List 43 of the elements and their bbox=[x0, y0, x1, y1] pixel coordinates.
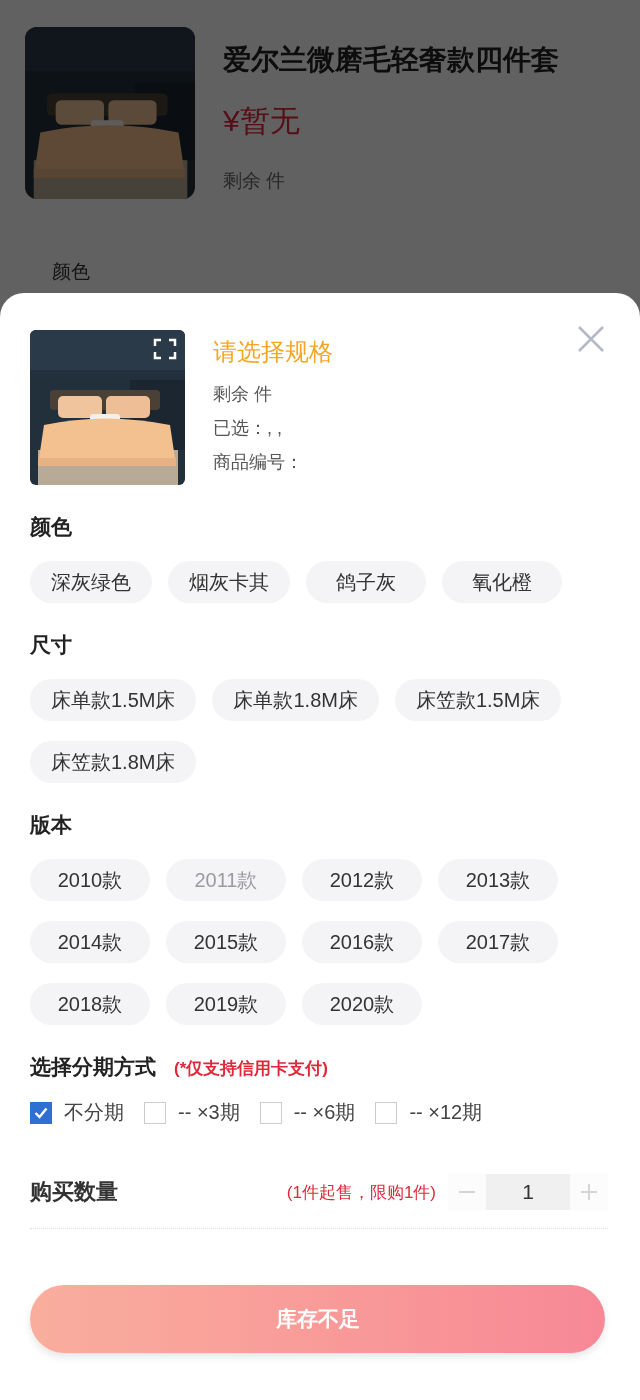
selected-specs-text: 已选：, , bbox=[213, 417, 283, 440]
spec-option[interactable]: 2015款 bbox=[166, 921, 286, 963]
installment-title: 选择分期方式 bbox=[30, 1054, 156, 1080]
spec-option[interactable]: 烟灰卡其 bbox=[168, 561, 290, 603]
spec-option[interactable]: 深灰绿色 bbox=[30, 561, 152, 603]
product-title: 爱尔兰微磨毛轻奢款四件套 bbox=[223, 43, 559, 77]
quantity-note: (1件起售，限购1件) bbox=[286, 1181, 436, 1204]
fullscreen-icon[interactable] bbox=[153, 338, 177, 360]
spec-option[interactable]: 2017款 bbox=[438, 921, 558, 963]
spec-option[interactable]: 2014款 bbox=[30, 921, 150, 963]
quantity-label: 购买数量 bbox=[30, 1178, 119, 1206]
installment-option-label: -- ×6期 bbox=[293, 1100, 356, 1125]
spec-option[interactable]: 2018款 bbox=[30, 983, 150, 1025]
spec-option[interactable]: 鸽子灰 bbox=[306, 561, 426, 603]
section-label: 颜色 bbox=[52, 260, 91, 284]
spec-group-title: 尺寸 bbox=[30, 632, 73, 658]
stock-text: 剩余 件 bbox=[223, 169, 287, 193]
installment-option-label: -- ×3期 bbox=[178, 1100, 240, 1125]
quantity-value[interactable]: 1 bbox=[486, 1174, 570, 1210]
spec-option[interactable]: 2010款 bbox=[30, 859, 150, 901]
plus-icon bbox=[581, 1184, 597, 1200]
sheet-title: 请选择规格 bbox=[213, 337, 333, 367]
spec-option[interactable]: 2020款 bbox=[302, 983, 422, 1025]
spec-option[interactable]: 2016款 bbox=[302, 921, 422, 963]
spec-group-title: 颜色 bbox=[30, 514, 73, 540]
minus-icon bbox=[459, 1191, 475, 1193]
spec-option[interactable]: 氧化橙 bbox=[442, 561, 562, 603]
check-icon bbox=[34, 1106, 48, 1119]
spec-option[interactable]: 床笠款1.5M床 bbox=[394, 679, 562, 721]
spec-option[interactable]: 2019款 bbox=[166, 983, 286, 1025]
spec-option[interactable]: 床单款1.5M床 bbox=[30, 679, 197, 721]
spec-option[interactable]: 2013款 bbox=[438, 859, 558, 901]
installment-option-label: -- ×12期 bbox=[409, 1100, 483, 1125]
spec-option[interactable]: 2012款 bbox=[302, 859, 422, 901]
product-code-text: 商品编号： bbox=[213, 451, 304, 474]
spec-group-title: 版本 bbox=[30, 812, 73, 838]
stock-text: 剩余 件 bbox=[213, 383, 273, 406]
checkbox[interactable] bbox=[30, 1101, 52, 1124]
product-price: ¥暂无 bbox=[223, 103, 301, 139]
spec-option[interactable]: 床笠款1.8M床 bbox=[30, 741, 197, 783]
installment-note: (*仅支持信用卡支付) bbox=[174, 1058, 328, 1080]
spec-option[interactable]: 床单款1.8M床 bbox=[212, 679, 379, 721]
installment-option-label: 不分期 bbox=[64, 1100, 124, 1125]
